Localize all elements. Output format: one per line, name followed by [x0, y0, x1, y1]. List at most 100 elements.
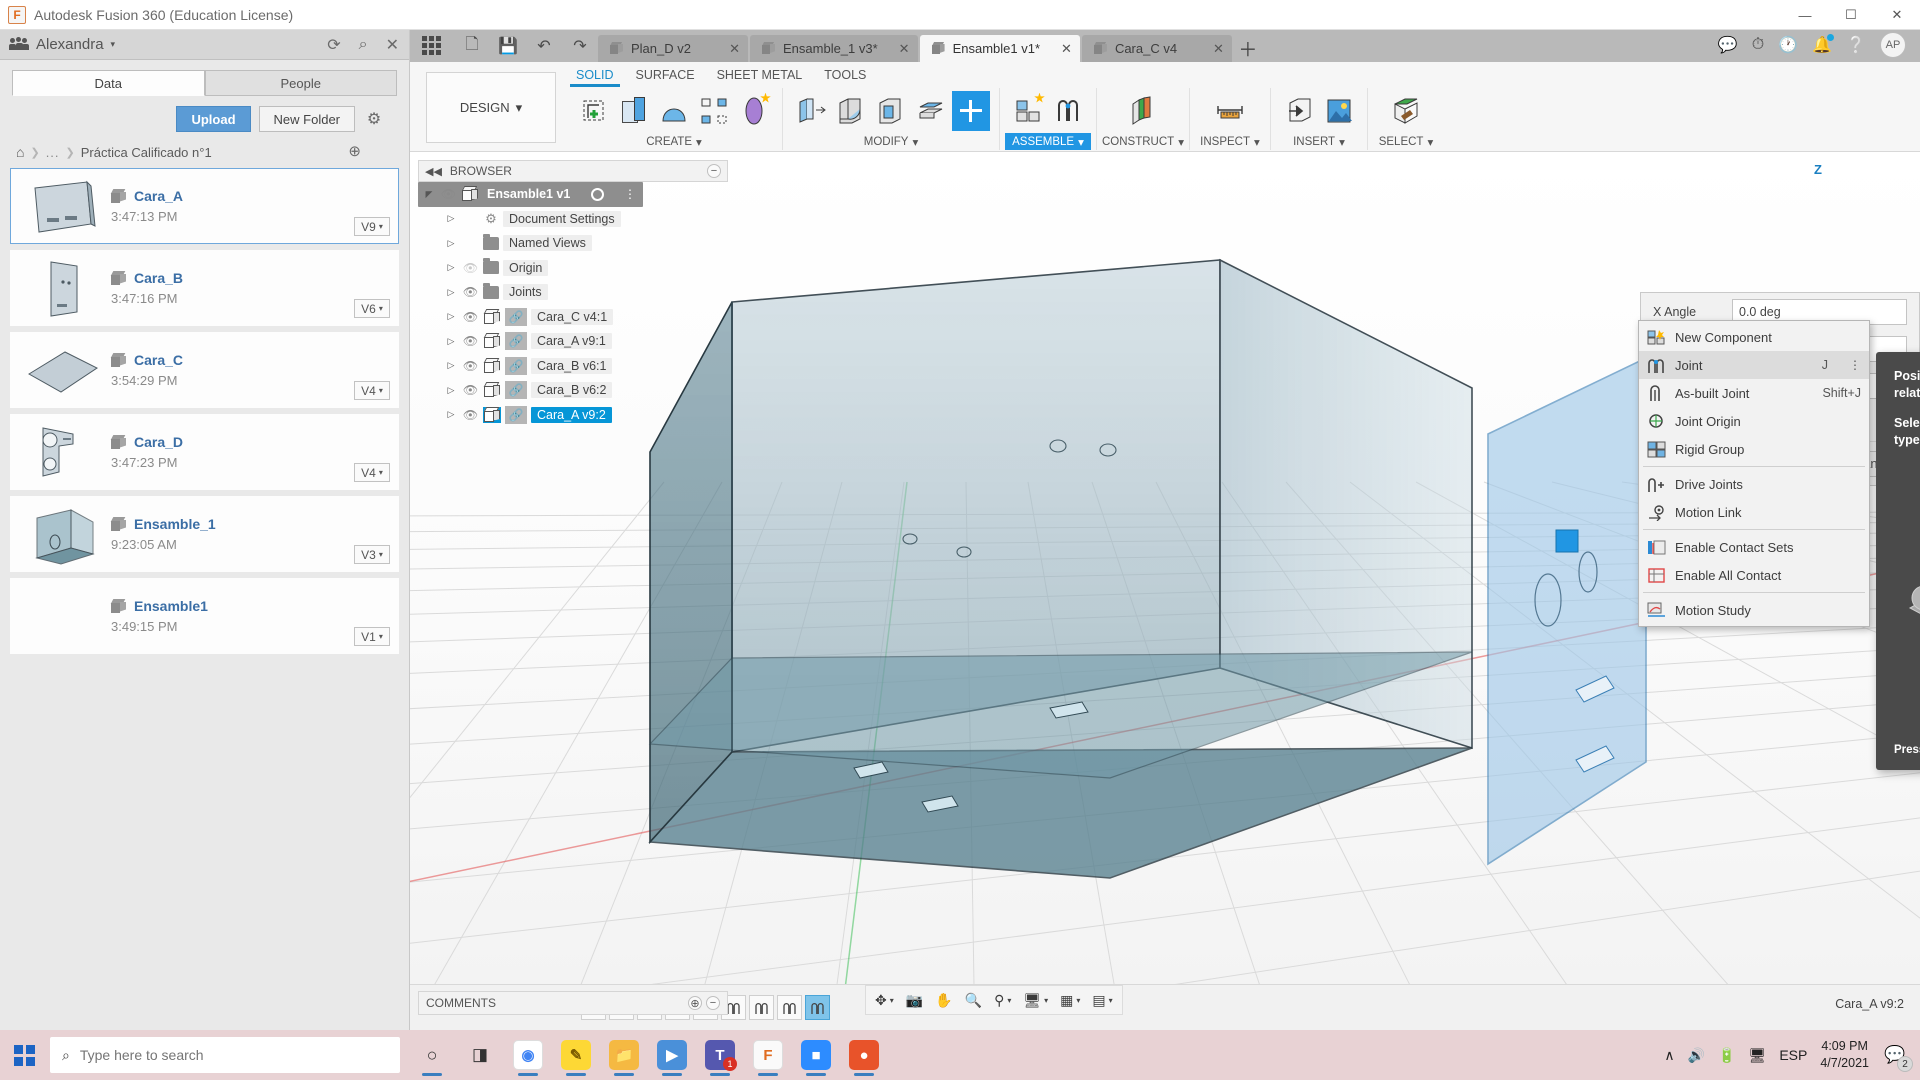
- taskbar-zoom[interactable]: ■: [794, 1032, 838, 1078]
- browser-node[interactable]: ▷ Named Views: [418, 231, 728, 256]
- fillet-icon[interactable]: [832, 91, 870, 131]
- breadcrumb-overflow[interactable]: ...: [46, 145, 60, 160]
- browser-root-node[interactable]: ◤ 👁 Ensamble1 v1 ⋮: [418, 182, 643, 207]
- collapse-browser-icon[interactable]: ◀◀: [425, 165, 442, 178]
- minimize-button[interactable]: —: [1782, 0, 1828, 30]
- recent-icon[interactable]: 🕐: [1778, 35, 1798, 55]
- joint-icon[interactable]: [1049, 91, 1087, 131]
- orbit-icon[interactable]: ✥ ▾: [870, 988, 899, 1012]
- file-name[interactable]: Cara_C: [134, 352, 183, 368]
- chevron-down-icon[interactable]: ▾: [696, 135, 702, 149]
- menu-item[interactable]: New Component: [1639, 323, 1869, 351]
- tab-tools[interactable]: TOOLS: [824, 68, 866, 82]
- menu-item[interactable]: Drive Joints: [1639, 470, 1869, 498]
- menu-item[interactable]: As-built Joint Shift+J: [1639, 379, 1869, 407]
- taskbar-sticky-notes[interactable]: ✎: [554, 1032, 598, 1078]
- home-icon[interactable]: ⌂: [16, 144, 24, 160]
- browser-node[interactable]: ▷ 👁 Joints: [418, 280, 728, 305]
- file-name[interactable]: Cara_B: [134, 270, 183, 286]
- form-icon[interactable]: [735, 91, 773, 131]
- volume-icon[interactable]: 🔊: [1688, 1047, 1705, 1064]
- expand-arrow-icon[interactable]: ▷: [444, 360, 458, 371]
- visibility-icon[interactable]: 👁: [462, 334, 479, 348]
- minimize-browser-icon[interactable]: −: [707, 164, 721, 178]
- move-copy-icon[interactable]: [952, 90, 990, 131]
- visibility-icon[interactable]: 👁: [462, 285, 479, 299]
- display-settings-icon[interactable]: 🖥 ▾: [1018, 988, 1053, 1012]
- menu-item-overflow-icon[interactable]: ⋮: [1849, 359, 1861, 371]
- new-document-icon[interactable]: 🗋: [459, 34, 485, 58]
- comments-bar[interactable]: COMMENTS ⊕ −: [418, 991, 728, 1015]
- close-tab-icon[interactable]: ✕: [885, 41, 910, 57]
- start-button[interactable]: [0, 1030, 48, 1080]
- tab-data[interactable]: Data: [12, 70, 205, 96]
- chevron-down-icon[interactable]: ▾: [1339, 135, 1345, 149]
- user-name[interactable]: Alexandra: [36, 36, 104, 53]
- tab-sheet-metal[interactable]: SHEET METAL: [717, 68, 803, 82]
- grid-snap-icon[interactable]: ▦ ▾: [1055, 988, 1085, 1012]
- browser-node[interactable]: ▷ 👁 🔗 Cara_C v4:1: [418, 305, 728, 330]
- search-box[interactable]: ⌕: [50, 1037, 400, 1073]
- taskbar-screen-recorder[interactable]: ●: [842, 1032, 886, 1078]
- user-caret-icon[interactable]: ▾: [111, 39, 116, 50]
- taskbar-fusion-360[interactable]: F: [746, 1032, 790, 1078]
- menu-item[interactable]: Motion Link: [1639, 498, 1869, 526]
- decal-icon[interactable]: [1320, 91, 1358, 131]
- file-card[interactable]: Cara_C 3:54:29 PM V4 ▾: [10, 332, 399, 408]
- node-menu-icon[interactable]: ⋮: [624, 187, 636, 201]
- menu-item[interactable]: Motion Study: [1639, 596, 1869, 624]
- browser-node[interactable]: ▷ ⚙ Document Settings: [418, 207, 728, 232]
- close-tab-icon[interactable]: ✕: [715, 41, 740, 57]
- task-view-icon[interactable]: ◨: [458, 1032, 502, 1078]
- job-status-icon[interactable]: ⏱: [1752, 36, 1764, 54]
- zoom-window-icon[interactable]: ⚲ ▾: [989, 988, 1016, 1012]
- file-card[interactable]: Cara_D 3:47:23 PM V4 ▾: [10, 414, 399, 490]
- shell-icon[interactable]: [872, 91, 910, 131]
- expand-arrow-icon[interactable]: ▷: [444, 311, 458, 322]
- press-pull-icon[interactable]: [792, 91, 830, 131]
- chevron-down-icon[interactable]: ▾: [1427, 135, 1433, 149]
- visibility-icon[interactable]: 👁: [462, 408, 479, 422]
- expand-arrow-icon[interactable]: ◤: [422, 189, 436, 200]
- avatar[interactable]: AP: [1880, 32, 1906, 58]
- pan-icon[interactable]: ✋: [930, 988, 957, 1012]
- file-name[interactable]: Ensamble1: [134, 598, 208, 614]
- battery-icon[interactable]: 🔋: [1718, 1047, 1735, 1064]
- file-version-badge[interactable]: V6 ▾: [354, 299, 390, 318]
- pattern-icon[interactable]: [695, 91, 733, 131]
- expand-arrow-icon[interactable]: ▷: [444, 336, 458, 347]
- look-at-icon[interactable]: 📷: [901, 988, 928, 1012]
- file-version-badge[interactable]: V4 ▾: [354, 381, 390, 400]
- grid-apps-icon[interactable]: [422, 36, 444, 58]
- document-tab[interactable]: Ensamble1 v1* ✕: [919, 35, 1080, 62]
- help-icon[interactable]: ❔: [1846, 35, 1866, 55]
- zoom-icon[interactable]: 🔍: [960, 988, 987, 1012]
- chevron-down-icon[interactable]: ▾: [1254, 135, 1260, 149]
- taskbar-chrome[interactable]: ◉: [506, 1032, 550, 1078]
- activate-radio[interactable]: [590, 187, 604, 201]
- search-icon[interactable]: ⌕: [359, 36, 368, 54]
- expand-arrow-icon[interactable]: ▷: [444, 287, 458, 298]
- insert-derive-icon[interactable]: [1280, 91, 1318, 131]
- file-name[interactable]: Ensamble_1: [134, 516, 216, 532]
- menu-item[interactable]: Enable Contact Sets: [1639, 533, 1869, 561]
- viewports-icon[interactable]: ▤ ▾: [1087, 988, 1117, 1012]
- taskbar-media-player[interactable]: ▶: [650, 1032, 694, 1078]
- measure-icon[interactable]: [1211, 91, 1249, 131]
- file-version-badge[interactable]: V9 ▾: [354, 217, 390, 236]
- breadcrumb-current[interactable]: Práctica Calificado n°1: [81, 145, 212, 160]
- visibility-icon[interactable]: 👁: [462, 261, 479, 275]
- visibility-icon[interactable]: 👁: [440, 187, 457, 201]
- network-icon[interactable]: 🖥: [1749, 1047, 1767, 1064]
- taskbar-file-explorer[interactable]: 📁: [602, 1032, 646, 1078]
- document-tab[interactable]: Ensamble_1 v3* ✕: [750, 35, 918, 62]
- globe-icon[interactable]: ⊕: [348, 142, 361, 160]
- search-input[interactable]: [79, 1047, 388, 1063]
- visibility-icon[interactable]: 👁: [462, 310, 479, 324]
- file-version-badge[interactable]: V1 ▾: [354, 627, 390, 646]
- undo-icon[interactable]: ↶: [531, 34, 557, 58]
- chevron-down-icon[interactable]: ▾: [1178, 135, 1184, 149]
- clock[interactable]: 4:09 PM 4/7/2021: [1820, 1038, 1869, 1072]
- new-component-icon[interactable]: [1009, 91, 1047, 131]
- document-tab[interactable]: Cara_C v4 ✕: [1081, 35, 1232, 62]
